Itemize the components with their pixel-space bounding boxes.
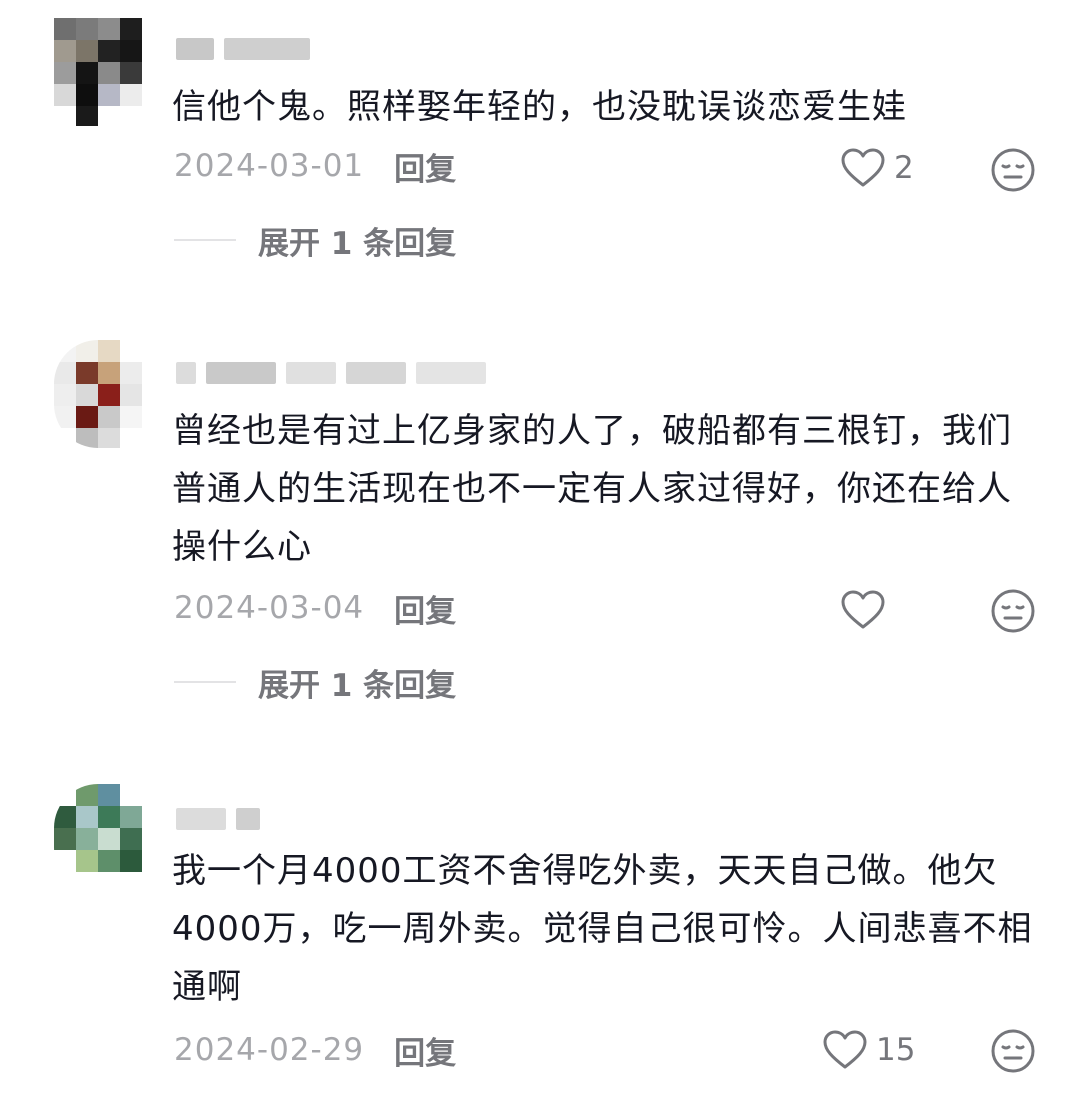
expand-replies-label: 展开 1 条回复 [258,225,457,262]
reply-button[interactable]: 回复 [394,1028,456,1073]
like-button[interactable]: 15 [822,1026,915,1074]
divider-line [174,681,236,683]
like-button[interactable]: 2 [840,144,914,192]
like-button[interactable] [840,586,894,634]
heart-outline-icon [841,148,885,187]
heart-outline-icon [841,590,885,629]
avatar[interactable] [54,340,142,448]
like-count: 15 [876,1032,916,1068]
neutral-face-icon[interactable] [990,147,1036,193]
avatar[interactable] [54,784,142,892]
comment-meta: 2024-03-04 回复 [174,586,1044,631]
comment-date: 2024-03-04 [174,590,365,626]
neutral-face-icon[interactable] [990,588,1036,634]
divider-line [174,239,236,241]
comment-text: 曾经也是有过上亿身家的人了，破船都有三根钉，我们普通人的生活现在也不一定有人家过… [172,411,1012,567]
expand-replies-label: 展开 1 条回复 [258,667,457,704]
comment-date: 2024-02-29 [174,1032,365,1068]
neutral-face-icon[interactable] [990,1028,1036,1074]
expand-replies-button[interactable]: 展开 1 条回复 [174,662,457,704]
comment-text: 信他个鬼。照样娶年轻的，也没耽误谈恋爱生娃 [172,87,907,127]
username-blurred[interactable] [176,34,310,64]
like-count: 2 [894,150,914,186]
expand-replies-button[interactable]: 展开 1 条回复 [174,220,457,262]
username-blurred[interactable] [176,358,486,388]
comment-text: 我一个月4000工资不舍得吃外卖，天天自己做。他欠4000万，吃一周外卖。觉得自… [172,851,1033,1007]
avatar[interactable] [54,18,142,126]
reply-button[interactable]: 回复 [394,586,456,631]
reply-button[interactable]: 回复 [394,144,456,189]
comment-date: 2024-03-01 [174,148,365,184]
username-blurred[interactable] [176,804,260,834]
heart-outline-icon [823,1030,867,1069]
